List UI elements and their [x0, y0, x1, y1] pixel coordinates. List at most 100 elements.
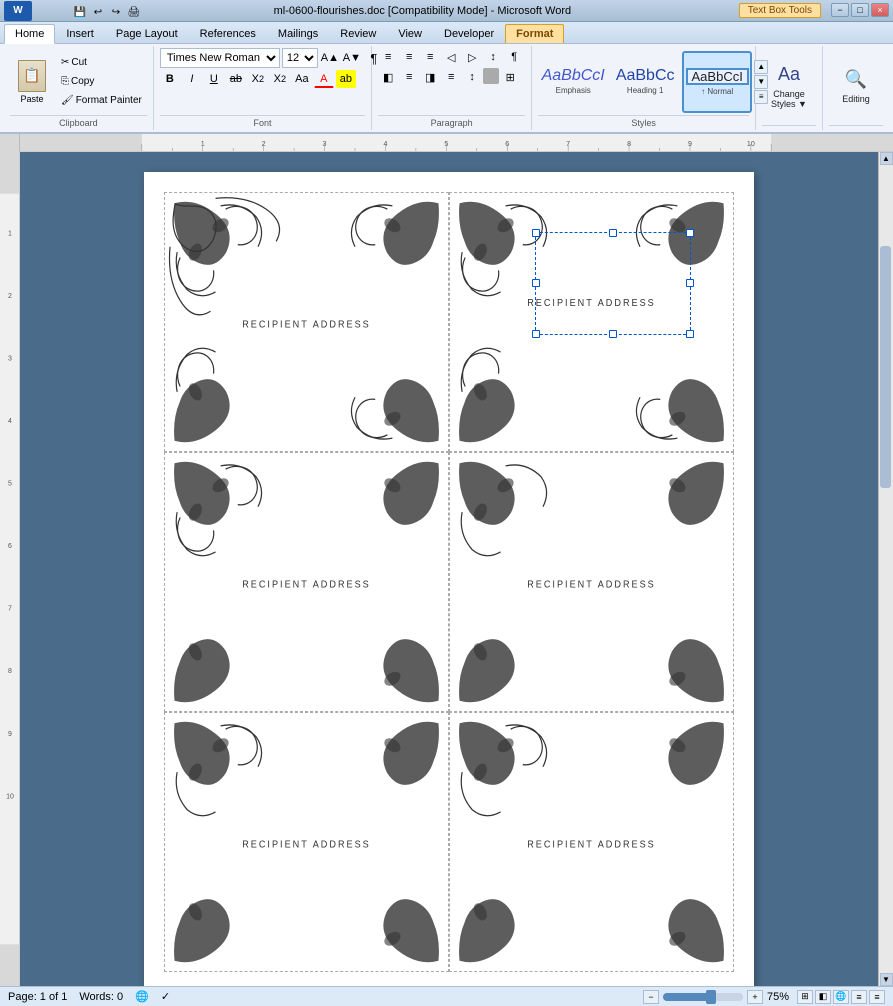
format-painter-icon: 🖌	[61, 95, 74, 106]
align-left-button[interactable]: ◧	[378, 68, 398, 86]
tab-format[interactable]: Format	[505, 24, 564, 43]
style-heading1[interactable]: AaBbCc Heading 1	[610, 51, 680, 113]
editing-button[interactable]: 🔍 Editing	[829, 56, 883, 118]
zoom-bar[interactable]	[663, 993, 743, 1001]
tab-review[interactable]: Review	[329, 24, 387, 43]
minimize-button[interactable]: −	[831, 3, 849, 17]
context-tab-label: Text Box Tools	[739, 3, 821, 18]
change-styles-icon: Aa	[778, 64, 800, 85]
tab-developer[interactable]: Developer	[433, 24, 505, 43]
bullets-button[interactable]: ≡	[378, 48, 398, 66]
multilevel-button[interactable]: ≡	[420, 48, 440, 66]
document-area[interactable]: RECIPIENT ADDRESS	[20, 152, 878, 986]
strikethrough-button[interactable]: ab	[226, 70, 246, 88]
label-grid: RECIPIENT ADDRESS	[164, 192, 734, 972]
svg-text:1: 1	[8, 229, 12, 237]
svg-text:RECIPIENT ADDRESS: RECIPIENT ADDRESS	[242, 318, 371, 329]
tab-insert[interactable]: Insert	[55, 24, 105, 43]
copy-icon: ⎘	[61, 76, 69, 87]
copy-button[interactable]: ⎘ Copy	[56, 73, 147, 91]
zoom-thumb[interactable]	[706, 990, 716, 1004]
paste-button[interactable]: 📋 Paste	[10, 52, 54, 112]
full-reading-button[interactable]: ◧	[815, 990, 831, 1004]
grow-font-button[interactable]: A▲	[320, 49, 340, 67]
subscript-button[interactable]: X2	[248, 70, 268, 88]
outline-view-button[interactable]: ≡	[851, 990, 867, 1004]
svg-text:3: 3	[8, 354, 12, 362]
cut-button[interactable]: ✂ Cut	[56, 54, 147, 72]
change-case-button[interactable]: Aa	[292, 70, 312, 88]
align-right-button[interactable]: ◨	[420, 68, 440, 86]
svg-text:6: 6	[8, 542, 12, 550]
numbering-button[interactable]: ≡	[399, 48, 419, 66]
underline-button[interactable]: U	[204, 70, 224, 88]
flourish-0-1: RECIPIENT ADDRESS	[450, 193, 733, 451]
ribbon-tabs: Home Insert Page Layout References Maili…	[0, 22, 893, 44]
zoom-fill	[663, 993, 711, 1001]
zoom-in-button[interactable]: +	[747, 990, 763, 1004]
font-style-row: B I U ab X2 X2 Aa A ab	[160, 70, 356, 88]
scrollbar-thumb[interactable]	[880, 246, 891, 488]
shading-button[interactable]	[483, 68, 499, 84]
tab-view[interactable]: View	[387, 24, 433, 43]
italic-button[interactable]: I	[182, 70, 202, 88]
label-cell-1-1[interactable]: RECIPIENT ADDRESS	[449, 452, 734, 712]
font-color-button[interactable]: A	[314, 70, 334, 88]
print-button[interactable]: 🖨	[126, 5, 142, 21]
window-controls: Text Box Tools − □ ×	[739, 3, 889, 18]
print-layout-button[interactable]: ⊞	[797, 990, 813, 1004]
font-group: Times New Roman 12 A▲ A▼ ¶ B I U ab X2 X…	[154, 46, 372, 130]
svg-text:RECIPIENT ADDRESS: RECIPIENT ADDRESS	[527, 578, 656, 589]
flourish-2-0: RECIPIENT ADDRESS	[165, 713, 448, 971]
web-layout-button[interactable]: 🌐	[833, 990, 849, 1004]
svg-text:2: 2	[8, 292, 12, 300]
tab-page-layout[interactable]: Page Layout	[105, 24, 189, 43]
label-cell-1-0[interactable]: RECIPIENT ADDRESS	[164, 452, 449, 712]
close-button[interactable]: ×	[871, 3, 889, 17]
bold-button[interactable]: B	[160, 70, 180, 88]
change-styles-content: Aa Change Styles ▼	[762, 48, 816, 125]
editing-content: 🔍 Editing	[829, 48, 883, 125]
label-cell-2-1[interactable]: RECIPIENT ADDRESS	[449, 712, 734, 972]
style-emphasis[interactable]: AaBbCcI Emphasis	[538, 51, 608, 113]
style-normal[interactable]: AaBbCcI ↑ Normal	[682, 51, 752, 113]
undo-button[interactable]: ↩	[90, 5, 106, 21]
align-center-button[interactable]: ≡	[399, 68, 419, 86]
svg-text:8: 8	[8, 667, 12, 675]
scroll-down-button[interactable]: ▼	[880, 973, 893, 986]
save-button[interactable]: 💾	[72, 5, 88, 21]
font-content: Times New Roman 12 A▲ A▼ ¶ B I U ab X2 X…	[160, 48, 365, 115]
redo-button[interactable]: ↪	[108, 5, 124, 21]
maximize-button[interactable]: □	[851, 3, 869, 17]
vertical-scrollbar[interactable]: ▲ ▼	[878, 152, 893, 986]
tab-mailings[interactable]: Mailings	[267, 24, 329, 43]
show-marks-button[interactable]: ¶	[504, 48, 524, 66]
draft-view-button[interactable]: ≡	[869, 990, 885, 1004]
highlight-button[interactable]: ab	[336, 70, 356, 88]
cut-icon: ✂	[61, 57, 69, 68]
page-indicator: Page: 1 of 1	[8, 991, 67, 1003]
line-spacing-button[interactable]: ↕	[462, 68, 482, 86]
styles-box: AaBbCcI Emphasis AaBbCc Heading 1 AaBbCc…	[538, 51, 752, 113]
decrease-indent-button[interactable]: ◁	[441, 48, 461, 66]
change-styles-button[interactable]: Aa Change Styles ▼	[762, 56, 816, 118]
tab-references[interactable]: References	[189, 24, 267, 43]
label-cell-2-0[interactable]: RECIPIENT ADDRESS	[164, 712, 449, 972]
font-size-select[interactable]: 12	[282, 48, 318, 68]
borders-button[interactable]: ⊞	[500, 68, 520, 86]
superscript-button[interactable]: X2	[270, 70, 290, 88]
tab-home[interactable]: Home	[4, 24, 55, 44]
shrink-font-button[interactable]: A▼	[342, 49, 362, 67]
font-name-select[interactable]: Times New Roman	[160, 48, 280, 68]
scroll-up-button[interactable]: ▲	[880, 152, 893, 165]
zoom-out-button[interactable]: −	[643, 990, 659, 1004]
vertical-ruler: 1 2 3 4 5 6 7 8 9 10	[0, 152, 20, 986]
para-bottom-row: ◧ ≡ ◨ ≡ ↕ ⊞	[378, 68, 520, 86]
label-cell-0-0[interactable]: RECIPIENT ADDRESS	[164, 192, 449, 452]
main-area: 1 2 3 4 5 6 7 8 9 10	[0, 152, 893, 986]
sort-button[interactable]: ↕	[483, 48, 503, 66]
label-cell-0-1[interactable]: RECIPIENT ADDRESS	[449, 192, 734, 452]
format-painter-button[interactable]: 🖌 Format Painter	[56, 92, 147, 110]
justify-button[interactable]: ≡	[441, 68, 461, 86]
increase-indent-button[interactable]: ▷	[462, 48, 482, 66]
